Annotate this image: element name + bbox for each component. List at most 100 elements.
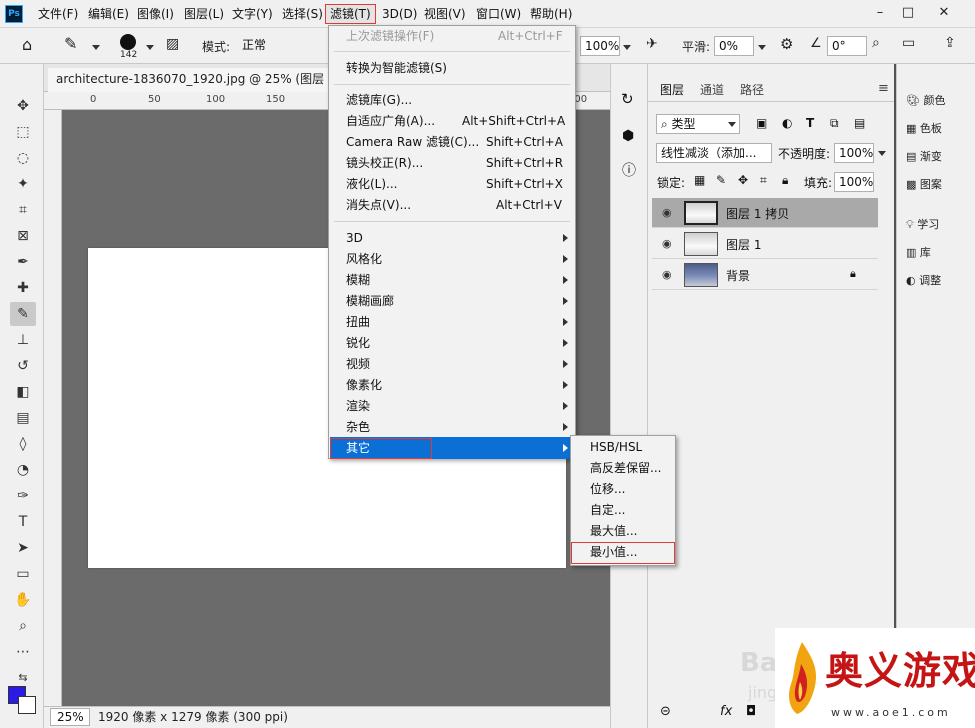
submenu-item-minimum[interactable]: 最小值... [590, 542, 637, 563]
menu-item-pixelate[interactable]: 像素化 [346, 375, 382, 396]
brush-settings-icon[interactable]: ▨ [166, 36, 179, 52]
minimize-icon[interactable]: – [866, 2, 894, 24]
link-layers-icon[interactable]: ⊝ [660, 704, 671, 719]
eye-icon[interactable]: ◉ [662, 269, 674, 281]
menu-3d[interactable]: 3D(D) [378, 4, 421, 24]
submenu-item-hsb-hsl[interactable]: HSB/HSL [590, 437, 642, 458]
properties-item[interactable]: ▦ 色板 [906, 120, 942, 136]
menu-item-video[interactable]: 视频 [346, 354, 370, 375]
menu-select[interactable]: 选择(S) [278, 4, 327, 24]
history-brush-tool-icon[interactable]: ↺ [10, 354, 36, 378]
eyedropper-tool-icon[interactable]: ✒ [10, 250, 36, 274]
menu-item-stylize[interactable]: 风格化 [346, 249, 382, 270]
submenu-item-maximum[interactable]: 最大值... [590, 521, 637, 542]
healing-tool-icon[interactable]: ✚ [10, 276, 36, 300]
gradient-tool-icon[interactable]: ▤ [10, 406, 36, 430]
brush-tool-icon[interactable]: ✎ [10, 302, 36, 326]
menu-item-sharpen[interactable]: 锐化 [346, 333, 370, 354]
menu-item-blur-gallery[interactable]: 模糊画廊 [346, 291, 394, 312]
marquee-tool-icon[interactable]: ⬚ [10, 120, 36, 144]
info-icon[interactable]: ⓘ [622, 160, 636, 180]
maximize-icon[interactable]: □ [894, 2, 922, 24]
hand-tool-icon[interactable]: ✋ [10, 588, 36, 612]
layer-row[interactable]: ◉ 图层 1 拷贝 [652, 198, 878, 228]
layer-row[interactable]: ◉ 背景 🔒︎ [652, 260, 878, 290]
lock-all-icon[interactable]: 🔒︎ [782, 173, 788, 188]
menu-item-distort[interactable]: 扭曲 [346, 312, 370, 333]
frame-tool-icon[interactable]: ⊠ [10, 224, 36, 248]
image-filter-icon[interactable]: ▣ [756, 116, 767, 130]
properties-item[interactable]: 🎨︎ 颜色 [906, 92, 945, 108]
eraser-tool-icon[interactable]: ◧ [10, 380, 36, 404]
share-icon[interactable]: ⇪ [944, 35, 956, 51]
history-icon[interactable]: ↻ [621, 90, 634, 108]
properties-item[interactable]: ▤ 渐变 [906, 148, 942, 164]
menu-item-render[interactable]: 渲染 [346, 396, 370, 417]
rectangle-tool-icon[interactable]: ▭ [10, 562, 36, 586]
chevron-down-icon[interactable] [878, 151, 886, 156]
submenu-item-custom[interactable]: 自定... [590, 500, 625, 521]
lock-move-icon[interactable]: ✥ [738, 173, 748, 187]
mode-select[interactable]: 正常 [238, 36, 323, 56]
menu-item-camera-raw[interactable]: Camera Raw 滤镜(C)... [346, 132, 479, 153]
submenu-item-offset[interactable]: 位移... [590, 479, 625, 500]
home-icon[interactable]: ⌂ [22, 35, 32, 54]
lock-pixels-icon[interactable]: ▦ [694, 173, 705, 187]
document-info[interactable]: 1920 像素 x 1279 像素 (300 ppi) [98, 708, 288, 726]
type-tool-icon[interactable]: T [10, 510, 36, 534]
panel-menu-icon[interactable]: ≡ [878, 81, 889, 96]
brush-preset-icon[interactable]: ✎ [64, 34, 77, 53]
eye-icon[interactable]: ◉ [662, 238, 674, 250]
dodge-tool-icon[interactable]: ◔ [10, 458, 36, 482]
chevron-down-icon[interactable] [728, 122, 736, 127]
menu-item-adaptive-wide-angle[interactable]: 自适应广角(A)... [346, 111, 435, 132]
chevron-down-icon[interactable] [92, 45, 100, 50]
type-filter-icon[interactable]: T [806, 116, 814, 130]
more-tools-icon[interactable]: ⋯ [10, 640, 36, 664]
menu-item-smart-filter[interactable]: 转换为智能滤镜(S) [346, 58, 447, 79]
menu-item-filter-gallery[interactable]: 滤镜库(G)... [346, 90, 412, 111]
menu-edit[interactable]: 编辑(E) [84, 4, 133, 24]
smart-object-filter-icon[interactable]: ▤ [854, 116, 865, 130]
zoom-field[interactable]: 25% [50, 708, 90, 726]
menu-file[interactable]: 文件(F) [34, 4, 82, 24]
tab-channels[interactable]: 通道 [700, 81, 724, 98]
shape-filter-icon[interactable]: ⧉ [830, 116, 839, 131]
fill-field[interactable]: 100% [834, 172, 874, 192]
airbrush-icon[interactable]: ✈ [646, 36, 658, 52]
tab-layers[interactable]: 图层 [660, 81, 684, 98]
menu-image[interactable]: 图像(I) [133, 4, 178, 24]
lasso-tool-icon[interactable]: ◌ [10, 146, 36, 170]
path-select-tool-icon[interactable]: ➤ [10, 536, 36, 560]
smooth-field[interactable]: 0% [714, 36, 754, 56]
workspace-icon[interactable]: ▭ [902, 35, 915, 51]
properties-item[interactable]: 💡︎ 学习 [906, 216, 939, 232]
submenu-item-high-pass[interactable]: 高反差保留... [590, 458, 661, 479]
zoom-tool-icon[interactable]: ⌕ [10, 614, 36, 638]
angle-field[interactable]: 0° [827, 36, 867, 56]
properties-item[interactable]: ▥ 库 [906, 244, 931, 260]
document-tab[interactable]: architecture-1836070_1920.jpg @ 25% (图层 … [48, 68, 372, 92]
close-icon[interactable]: ✕ [930, 2, 958, 24]
lock-artboard-icon[interactable]: ⌗ [760, 173, 767, 188]
magic-wand-tool-icon[interactable]: ✦ [10, 172, 36, 196]
menu-item-liquify[interactable]: 液化(L)... [346, 174, 398, 195]
chevron-down-icon[interactable] [146, 45, 154, 50]
brush-tip-icon[interactable] [120, 34, 136, 50]
menu-type[interactable]: 文字(Y) [228, 4, 277, 24]
properties-item[interactable]: ▩ 图案 [906, 176, 942, 192]
menu-help[interactable]: 帮助(H) [526, 4, 576, 24]
menu-item-other[interactable]: 其它 [346, 438, 370, 459]
pen-tool-icon[interactable]: ✑ [10, 484, 36, 508]
lock-paint-icon[interactable]: ✎ [716, 173, 726, 187]
flow-field[interactable]: 100% [580, 36, 620, 56]
menu-item-lens-correction[interactable]: 镜头校正(R)... [346, 153, 423, 174]
add-mask-icon[interactable]: ◘ [746, 704, 756, 719]
stamp-tool-icon[interactable]: ⊥ [10, 328, 36, 352]
fx-icon[interactable]: fx [720, 704, 732, 719]
gear-icon[interactable]: ⚙ [780, 35, 793, 53]
background-color-swatch[interactable] [18, 696, 36, 714]
menu-item-noise[interactable]: 杂色 [346, 417, 370, 438]
menu-view[interactable]: 视图(V) [420, 4, 470, 24]
blend-mode-select[interactable]: 线性减淡（添加... [656, 143, 772, 163]
